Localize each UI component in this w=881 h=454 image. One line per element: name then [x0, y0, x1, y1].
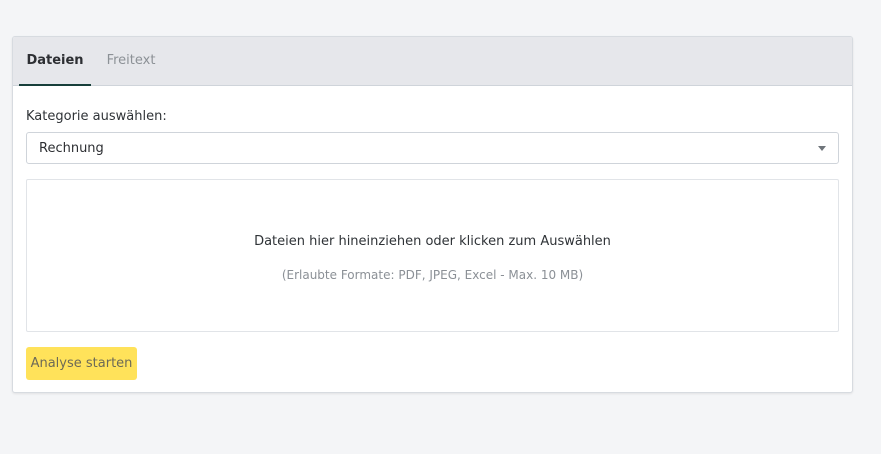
tab-freitext[interactable]: Freitext [95, 37, 167, 86]
dropzone-secondary-text: (Erlaubte Formate: PDF, JPEG, Excel - Ma… [281, 267, 584, 282]
chevron-down-icon [818, 145, 826, 151]
file-dropzone[interactable]: Dateien hier hineinziehen oder klicken z… [26, 179, 839, 332]
category-label: Kategorie auswählen: [26, 109, 167, 124]
category-select[interactable]: Rechnung [26, 132, 839, 164]
tab-bar: Dateien Freitext [13, 37, 852, 86]
dropzone-primary-text: Dateien hier hineinziehen oder klicken z… [254, 233, 611, 249]
category-selected-value: Rechnung [39, 140, 104, 156]
tab-dateien[interactable]: Dateien [19, 37, 91, 86]
start-analysis-button[interactable]: Analyse starten [26, 347, 137, 380]
